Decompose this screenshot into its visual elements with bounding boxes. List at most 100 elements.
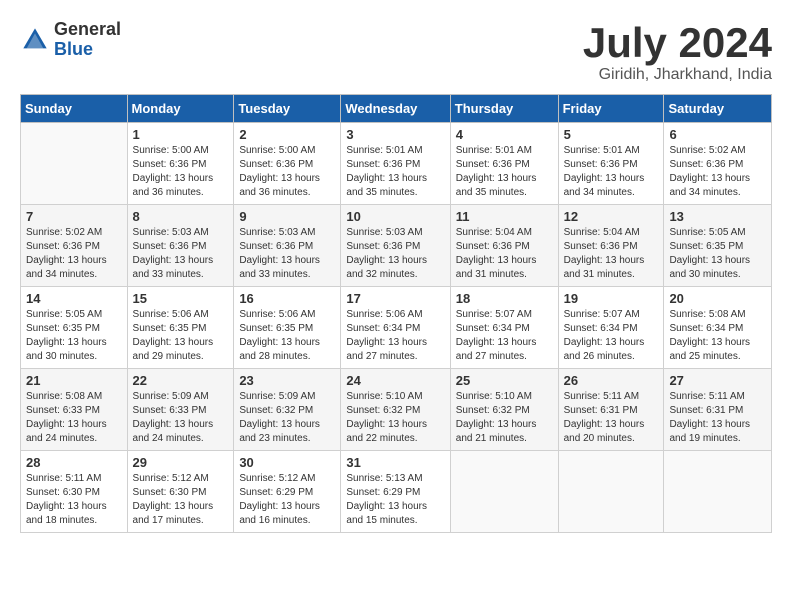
header-sunday: Sunday xyxy=(21,95,128,123)
calendar-cell: 6 Sunrise: 5:02 AMSunset: 6:36 PMDaylight… xyxy=(664,123,772,205)
day-info: Sunrise: 5:10 AMSunset: 6:32 PMDaylight:… xyxy=(456,390,553,446)
day-number: 25 xyxy=(456,373,553,388)
logo-text: General Blue xyxy=(54,20,121,60)
day-number: 17 xyxy=(346,291,444,306)
calendar-cell xyxy=(450,451,558,533)
calendar-cell: 20 Sunrise: 5:08 AMSunset: 6:34 PMDayligh… xyxy=(664,287,772,369)
calendar-cell: 8 Sunrise: 5:03 AMSunset: 6:36 PMDaylight… xyxy=(127,205,234,287)
calendar-cell: 27 Sunrise: 5:11 AMSunset: 6:31 PMDayligh… xyxy=(664,369,772,451)
calendar-cell: 17Sunrise: 5:06 AMSunset: 6:34 PMDayligh… xyxy=(341,287,450,369)
day-info: Sunrise: 5:09 AMSunset: 6:32 PMDaylight:… xyxy=(239,390,335,446)
week-row-3: 14 Sunrise: 5:05 AMSunset: 6:35 PMDayligh… xyxy=(21,287,772,369)
day-info: Sunrise: 5:04 AMSunset: 6:36 PMDaylight:… xyxy=(456,226,553,282)
calendar-cell xyxy=(558,451,664,533)
day-info: Sunrise: 5:03 AMSunset: 6:36 PMDaylight:… xyxy=(346,226,444,282)
day-info: Sunrise: 5:03 AMSunset: 6:36 PMDaylight:… xyxy=(133,226,229,282)
day-number: 18 xyxy=(456,291,553,306)
calendar-cell: 22 Sunrise: 5:09 AMSunset: 6:33 PMDayligh… xyxy=(127,369,234,451)
header-saturday: Saturday xyxy=(664,95,772,123)
calendar-cell: 10 Sunrise: 5:03 AMSunset: 6:36 PMDayligh… xyxy=(341,205,450,287)
day-info: Sunrise: 5:07 AMSunset: 6:34 PMDaylight:… xyxy=(456,308,553,364)
day-info: Sunrise: 5:11 AMSunset: 6:31 PMDaylight:… xyxy=(669,390,766,446)
calendar-cell: 14 Sunrise: 5:05 AMSunset: 6:35 PMDayligh… xyxy=(21,287,128,369)
header-monday: Monday xyxy=(127,95,234,123)
day-number: 3 xyxy=(346,127,444,142)
day-number: 9 xyxy=(239,209,335,224)
calendar-cell: 12 Sunrise: 5:04 AMSunset: 6:36 PMDayligh… xyxy=(558,205,664,287)
day-info: Sunrise: 5:05 AMSunset: 6:35 PMDaylight:… xyxy=(26,308,122,364)
calendar-cell: 26Sunrise: 5:11 AMSunset: 6:31 PMDayligh… xyxy=(558,369,664,451)
week-row-4: 21 Sunrise: 5:08 AMSunset: 6:33 PMDayligh… xyxy=(21,369,772,451)
day-number: 30 xyxy=(239,455,335,470)
logo-blue: Blue xyxy=(54,40,121,60)
calendar-cell: 28 Sunrise: 5:11 AMSunset: 6:30 PMDayligh… xyxy=(21,451,128,533)
title-block: July 2024 Giridih, Jharkhand, India xyxy=(583,20,772,84)
day-number: 14 xyxy=(26,291,122,306)
calendar-cell: 23 Sunrise: 5:09 AMSunset: 6:32 PMDayligh… xyxy=(234,369,341,451)
day-info: Sunrise: 5:00 AMSunset: 6:36 PMDaylight:… xyxy=(133,144,229,200)
day-info: Sunrise: 5:02 AMSunset: 6:36 PMDaylight:… xyxy=(26,226,122,282)
calendar-cell: 30Sunrise: 5:12 AMSunset: 6:29 PMDayligh… xyxy=(234,451,341,533)
day-info: Sunrise: 5:11 AMSunset: 6:30 PMDaylight:… xyxy=(26,472,122,528)
day-number: 20 xyxy=(669,291,766,306)
day-number: 24 xyxy=(346,373,444,388)
day-number: 23 xyxy=(239,373,335,388)
calendar-cell: 13Sunrise: 5:05 AMSunset: 6:35 PMDayligh… xyxy=(664,205,772,287)
day-number: 4 xyxy=(456,127,553,142)
day-number: 19 xyxy=(564,291,659,306)
day-number: 27 xyxy=(669,373,766,388)
calendar-body: 1Sunrise: 5:00 AMSunset: 6:36 PMDaylight… xyxy=(21,123,772,533)
day-number: 7 xyxy=(26,209,122,224)
calendar-cell: 31Sunrise: 5:13 AMSunset: 6:29 PMDayligh… xyxy=(341,451,450,533)
day-number: 8 xyxy=(133,209,229,224)
calendar-header: SundayMondayTuesdayWednesdayThursdayFrid… xyxy=(21,95,772,123)
header-row: SundayMondayTuesdayWednesdayThursdayFrid… xyxy=(21,95,772,123)
day-number: 31 xyxy=(346,455,444,470)
calendar-cell: 11Sunrise: 5:04 AMSunset: 6:36 PMDayligh… xyxy=(450,205,558,287)
day-info: Sunrise: 5:05 AMSunset: 6:35 PMDaylight:… xyxy=(669,226,766,282)
day-info: Sunrise: 5:09 AMSunset: 6:33 PMDaylight:… xyxy=(133,390,229,446)
calendar-cell: 9Sunrise: 5:03 AMSunset: 6:36 PMDaylight… xyxy=(234,205,341,287)
day-info: Sunrise: 5:08 AMSunset: 6:33 PMDaylight:… xyxy=(26,390,122,446)
day-number: 15 xyxy=(133,291,229,306)
day-info: Sunrise: 5:01 AMSunset: 6:36 PMDaylight:… xyxy=(456,144,553,200)
day-info: Sunrise: 5:02 AMSunset: 6:36 PMDaylight:… xyxy=(669,144,766,200)
calendar-cell: 25 Sunrise: 5:10 AMSunset: 6:32 PMDayligh… xyxy=(450,369,558,451)
calendar-cell: 4 Sunrise: 5:01 AMSunset: 6:36 PMDaylight… xyxy=(450,123,558,205)
day-info: Sunrise: 5:01 AMSunset: 6:36 PMDaylight:… xyxy=(346,144,444,200)
calendar-cell: 29Sunrise: 5:12 AMSunset: 6:30 PMDayligh… xyxy=(127,451,234,533)
day-info: Sunrise: 5:06 AMSunset: 6:35 PMDaylight:… xyxy=(239,308,335,364)
day-number: 16 xyxy=(239,291,335,306)
calendar-cell: 24 Sunrise: 5:10 AMSunset: 6:32 PMDayligh… xyxy=(341,369,450,451)
header-thursday: Thursday xyxy=(450,95,558,123)
day-number: 6 xyxy=(669,127,766,142)
day-info: Sunrise: 5:04 AMSunset: 6:36 PMDaylight:… xyxy=(564,226,659,282)
week-row-5: 28 Sunrise: 5:11 AMSunset: 6:30 PMDayligh… xyxy=(21,451,772,533)
day-number: 10 xyxy=(346,209,444,224)
week-row-2: 7 Sunrise: 5:02 AMSunset: 6:36 PMDaylight… xyxy=(21,205,772,287)
calendar-cell: 5Sunrise: 5:01 AMSunset: 6:36 PMDaylight… xyxy=(558,123,664,205)
calendar-cell: 1Sunrise: 5:00 AMSunset: 6:36 PMDaylight… xyxy=(127,123,234,205)
calendar-table: SundayMondayTuesdayWednesdayThursdayFrid… xyxy=(20,94,772,533)
day-number: 22 xyxy=(133,373,229,388)
day-number: 26 xyxy=(564,373,659,388)
calendar-cell: 2Sunrise: 5:00 AMSunset: 6:36 PMDaylight… xyxy=(234,123,341,205)
location: Giridih, Jharkhand, India xyxy=(583,66,772,84)
page-header: General Blue July 2024 Giridih, Jharkhan… xyxy=(20,20,772,84)
day-info: Sunrise: 5:06 AMSunset: 6:35 PMDaylight:… xyxy=(133,308,229,364)
day-number: 28 xyxy=(26,455,122,470)
calendar-cell: 19 Sunrise: 5:07 AMSunset: 6:34 PMDayligh… xyxy=(558,287,664,369)
calendar-cell xyxy=(664,451,772,533)
day-info: Sunrise: 5:12 AMSunset: 6:30 PMDaylight:… xyxy=(133,472,229,528)
header-friday: Friday xyxy=(558,95,664,123)
calendar-cell: 18 Sunrise: 5:07 AMSunset: 6:34 PMDayligh… xyxy=(450,287,558,369)
day-info: Sunrise: 5:10 AMSunset: 6:32 PMDaylight:… xyxy=(346,390,444,446)
day-info: Sunrise: 5:07 AMSunset: 6:34 PMDaylight:… xyxy=(564,308,659,364)
logo: General Blue xyxy=(20,20,121,60)
calendar-cell: 7 Sunrise: 5:02 AMSunset: 6:36 PMDaylight… xyxy=(21,205,128,287)
day-number: 21 xyxy=(26,373,122,388)
day-info: Sunrise: 5:08 AMSunset: 6:34 PMDaylight:… xyxy=(669,308,766,364)
day-number: 12 xyxy=(564,209,659,224)
calendar-cell: 15 Sunrise: 5:06 AMSunset: 6:35 PMDayligh… xyxy=(127,287,234,369)
day-number: 5 xyxy=(564,127,659,142)
